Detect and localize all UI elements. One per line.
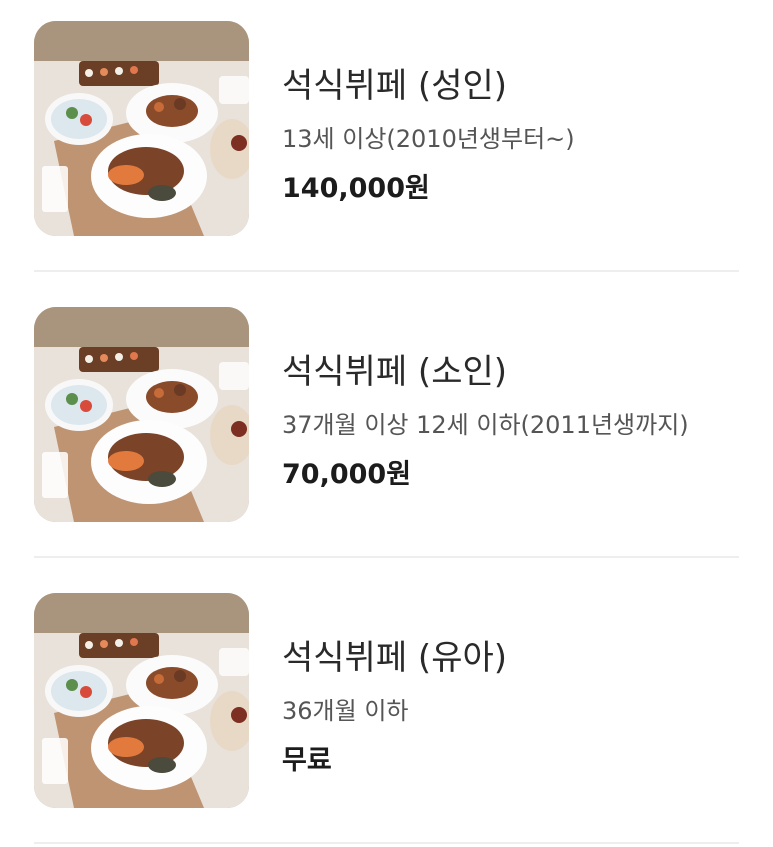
product-thumbnail[interactable] <box>34 21 249 236</box>
product-price: 140,000원 <box>282 173 430 204</box>
product-description: 36개월 이하 <box>282 697 409 725</box>
product-price: 70,000원 <box>282 459 412 490</box>
buffet-food-photo <box>34 593 249 808</box>
product-description: 13세 이상(2010년생부터~) <box>282 125 575 153</box>
product-thumbnail[interactable] <box>34 307 249 522</box>
product-item[interactable]: 석식뷔페 (유아) 36개월 이하 무료 <box>0 572 773 802</box>
product-title: 석식뷔페 (유아) <box>282 638 508 678</box>
buffet-food-photo <box>34 21 249 236</box>
divider <box>34 556 739 558</box>
product-title: 석식뷔페 (소인) <box>282 352 508 392</box>
product-price: 무료 <box>282 745 332 776</box>
divider <box>34 842 739 844</box>
buffet-food-photo <box>34 307 249 522</box>
product-item[interactable]: 석식뷔페 (소인) 37개월 이상 12세 이하(2011년생까지) 70,00… <box>0 286 773 516</box>
product-description: 37개월 이상 12세 이하(2011년생까지) <box>282 411 689 439</box>
product-item[interactable]: 석식뷔페 (성인) 13세 이상(2010년생부터~) 140,000원 <box>0 0 773 230</box>
divider <box>34 270 739 272</box>
product-title: 석식뷔페 (성인) <box>282 66 508 106</box>
product-thumbnail[interactable] <box>34 593 249 808</box>
